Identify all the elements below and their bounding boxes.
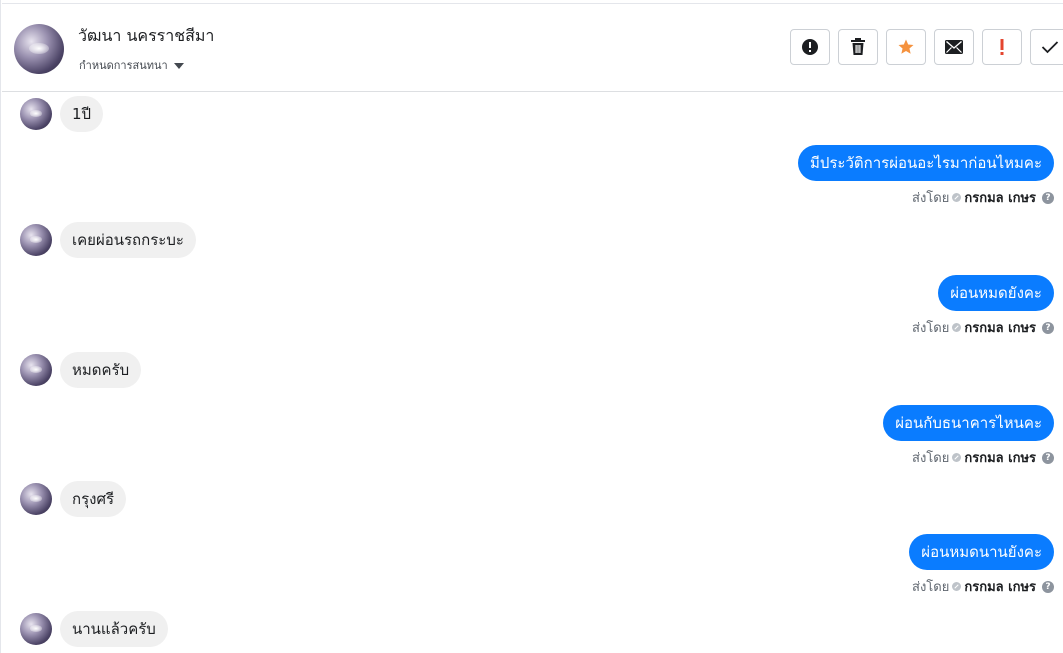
contact-avatar-small [20,354,52,386]
contact-avatar-small [20,613,52,645]
incoming-message: นานแล้วครับ [20,611,168,647]
incoming-bubble[interactable]: 1ปี [60,96,104,132]
contact-avatar-small [20,98,52,130]
report-spam-button[interactable] [790,29,830,65]
outgoing-bubble[interactable]: ผ่อนหมดนานยังคะ [909,534,1054,570]
sent-by-line: ส่งโดย กรกมล เกษร ? [912,576,1054,597]
incoming-bubble[interactable]: นานแล้วครับ [60,611,168,647]
mark-done-button[interactable] [1030,29,1063,65]
contact-name[interactable]: วัฒนา นครราชสีมา [78,24,214,49]
trash-icon [851,38,865,55]
message-thread[interactable]: 1ปี มีประวัติการผ่อนอะไรมาก่อนไหมคะ ส่งโ… [2,93,1063,653]
check-icon [1041,41,1059,54]
sent-by-label: ส่งโดย [912,451,950,466]
alert-circle-icon [802,39,818,55]
sent-by-label: ส่งโดย [912,191,950,206]
agent-name[interactable]: กรกมล เกษร [964,187,1036,208]
follow-up-button[interactable] [982,29,1022,65]
help-icon[interactable]: ? [1042,580,1054,593]
outgoing-message: ผ่อนกับธนาคารไหนคะ ส่งโดย กรกมล เกษร ? [883,405,1054,468]
incoming-bubble[interactable]: กรุงศรี [60,481,127,517]
help-icon[interactable]: ? [1042,191,1054,204]
help-icon[interactable]: ? [1042,451,1054,464]
sent-by-line: ส่งโดย กรกมล เกษร ? [912,447,1054,468]
outgoing-message: ผ่อนหมดนานยังคะ ส่งโดย กรกมล เกษร ? [909,534,1054,597]
sent-by-label: ส่งโดย [912,580,950,595]
incoming-bubble[interactable]: เคยผ่อนรถกระบะ [60,222,196,258]
agent-name[interactable]: กรกมล เกษร [964,447,1036,468]
outgoing-bubble[interactable]: ผ่อนหมดยังคะ [938,275,1054,311]
conversation-header: วัฒนา นครราชสีมา กำหนดการสนทนา [2,3,1063,92]
sent-by-line: ส่งโดย กรกมล เกษร ? [912,317,1054,338]
delete-button[interactable] [838,29,878,65]
assign-conversation-dropdown[interactable]: กำหนดการสนทนา [79,56,184,74]
contact-avatar[interactable] [14,24,64,74]
inbox-frame: วัฒนา นครราชสีมา กำหนดการสนทนา 1ปี มีประ… [0,0,1063,653]
agent-status-icon [952,582,962,591]
mark-unread-button[interactable] [934,29,974,65]
incoming-message: เคยผ่อนรถกระบะ [20,222,196,258]
conversation-toolbar [790,29,1063,65]
envelope-icon [945,40,963,54]
incoming-message: กรุงศรี [20,481,127,517]
agent-status-icon [952,323,962,332]
incoming-message: หมดครับ [20,352,142,388]
star-button[interactable] [886,29,926,65]
sent-by-label: ส่งโดย [912,321,950,336]
outgoing-message: มีประวัติการผ่อนอะไรมาก่อนไหมคะ ส่งโดย ก… [797,145,1054,208]
contact-avatar-small [20,224,52,256]
outgoing-bubble[interactable]: มีประวัติการผ่อนอะไรมาก่อนไหมคะ [797,145,1054,181]
incoming-message: 1ปี [20,96,104,132]
caret-down-icon [173,62,184,69]
agent-status-icon [952,453,962,462]
agent-status-icon [952,193,962,202]
exclamation-icon [1000,39,1004,55]
help-icon[interactable]: ? [1042,321,1054,334]
star-icon [898,39,914,54]
sent-by-line: ส่งโดย กรกมล เกษร ? [912,187,1054,208]
incoming-bubble[interactable]: หมดครับ [60,352,142,388]
assign-conversation-label: กำหนดการสนทนา [79,59,168,72]
outgoing-bubble[interactable]: ผ่อนกับธนาคารไหนคะ [883,405,1054,441]
agent-name[interactable]: กรกมล เกษร [964,317,1036,338]
agent-name[interactable]: กรกมล เกษร [964,576,1036,597]
outgoing-message: ผ่อนหมดยังคะ ส่งโดย กรกมล เกษร ? [912,275,1054,338]
contact-avatar-small [20,483,52,515]
